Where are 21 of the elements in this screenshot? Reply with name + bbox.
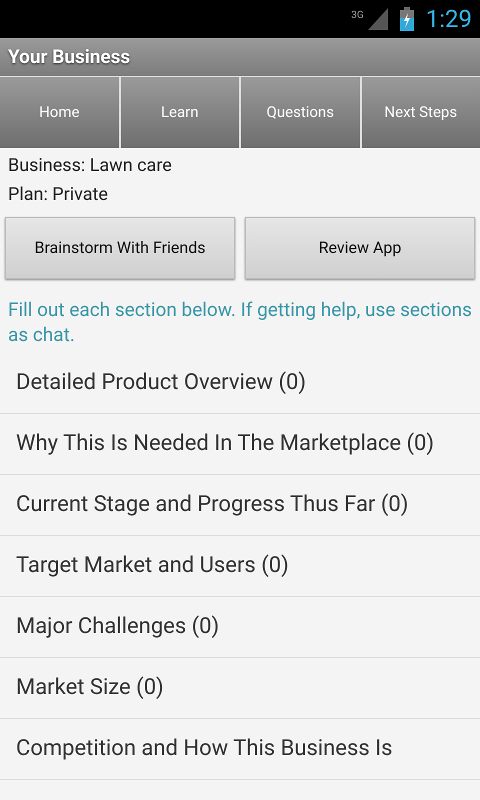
- section-item[interactable]: Market Size (0): [0, 658, 480, 719]
- section-item[interactable]: Why This Is Needed In The Marketplace (0): [0, 414, 480, 475]
- nav-tab[interactable]: Questions: [241, 77, 360, 148]
- signal-icon: [368, 8, 388, 30]
- window-title: Your Business: [8, 44, 130, 70]
- instructions-text: Fill out each section below. If getting help, use sections as chat.: [7, 297, 473, 347]
- section-item[interactable]: Competition and How This Business Is: [0, 719, 480, 780]
- battery-icon: [400, 7, 414, 31]
- section-item[interactable]: Current Stage and Progress Thus Far (0): [0, 475, 480, 536]
- section-item[interactable]: Target Market and Users (0): [0, 536, 480, 597]
- action-button[interactable]: Review App: [245, 217, 475, 279]
- nav-tab[interactable]: Next Steps: [362, 77, 480, 148]
- section-item[interactable]: Detailed Product Overview (0): [0, 353, 480, 414]
- section-item[interactable]: Major Challenges (0): [0, 597, 480, 658]
- info-text: Business: Lawn care: [8, 154, 173, 178]
- nav-tab[interactable]: Learn: [120, 77, 239, 148]
- action-button[interactable]: Brainstorm With Friends: [5, 217, 235, 279]
- network-label: 3G: [351, 9, 364, 23]
- clock-time: 1:29: [426, 4, 472, 35]
- info-text: Plan: Private: [8, 183, 109, 207]
- nav-tab[interactable]: Home: [0, 77, 118, 148]
